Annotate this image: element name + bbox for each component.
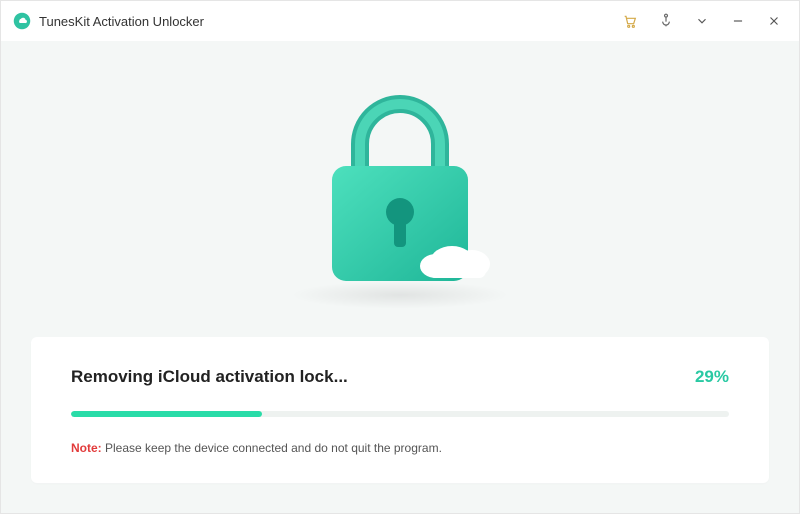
progress-percent: 29% [695, 367, 729, 387]
progress-header: Removing iCloud activation lock... 29% [71, 367, 729, 387]
app-title: TunesKit Activation Unlocker [39, 14, 204, 29]
titlebar: TunesKit Activation Unlocker [1, 1, 799, 41]
app-logo-icon [13, 12, 31, 30]
titlebar-left: TunesKit Activation Unlocker [13, 12, 204, 30]
help-icon [658, 13, 674, 29]
illustration-area [31, 41, 769, 337]
chevron-down-icon [695, 14, 709, 28]
minimize-button[interactable] [721, 6, 755, 36]
close-button[interactable] [757, 6, 791, 36]
progress-bar [71, 411, 729, 417]
titlebar-controls [613, 6, 791, 36]
lock-cloud-illustration [300, 84, 500, 294]
help-button[interactable] [649, 6, 683, 36]
note-label: Note: [71, 441, 102, 455]
cart-button[interactable] [613, 6, 647, 36]
minimize-icon [731, 14, 745, 28]
cart-icon [622, 13, 638, 29]
progress-bar-fill [71, 411, 262, 417]
note-text: Please keep the device connected and do … [102, 441, 442, 455]
note-line: Note: Please keep the device connected a… [71, 441, 729, 455]
content-area: Removing iCloud activation lock... 29% N… [1, 41, 799, 513]
dropdown-button[interactable] [685, 6, 719, 36]
progress-card: Removing iCloud activation lock... 29% N… [31, 337, 769, 483]
progress-title: Removing iCloud activation lock... [71, 367, 348, 387]
close-icon [767, 14, 781, 28]
illustration-shadow [290, 281, 510, 309]
